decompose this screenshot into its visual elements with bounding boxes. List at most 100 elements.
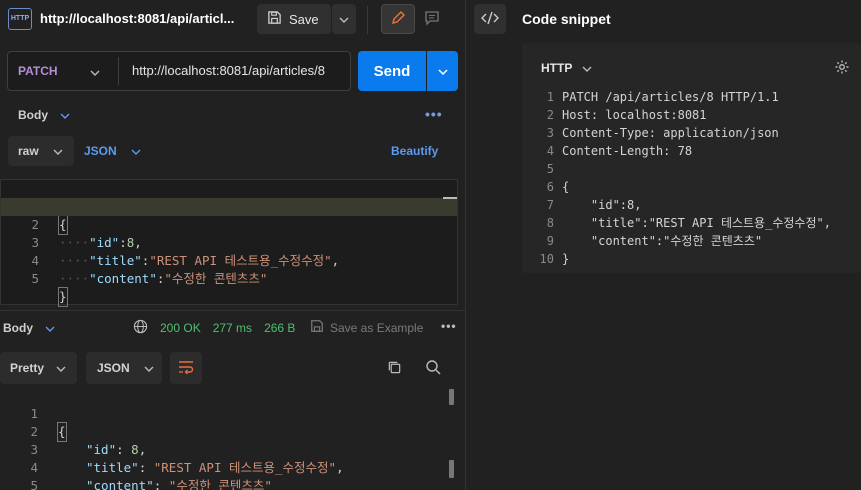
request-body-editor[interactable]: 1 { 2 ····"id":8, 3 ····"title":"REST AP… (0, 179, 458, 307)
save-button[interactable]: Save (257, 4, 331, 34)
line-number: 3 (546, 126, 554, 140)
code-line: 2 "id": 8, (0, 405, 456, 457)
body-tab[interactable]: Body (18, 108, 70, 122)
line-number: 8 (546, 216, 554, 230)
body-format-label: JSON (84, 144, 117, 158)
response-body-viewer[interactable]: 1 { 2 "id": 8, 3 "title": "REST API 테스트용… (0, 387, 446, 490)
response-size[interactable]: 266 B (264, 321, 295, 335)
code-text: PATCH /api/articles/8 HTTP/1.1 (562, 90, 779, 104)
response-body-label: Body (3, 321, 33, 335)
url-divider (118, 57, 119, 85)
code-line: 4 "content": "수정한 콘텐츠츠" (0, 441, 456, 490)
request-tab-title[interactable]: http://localhost:8081/api/articl... (40, 11, 240, 26)
chevron-down-icon (582, 61, 592, 75)
chevron-down-icon (60, 108, 70, 122)
body-format-selector[interactable]: JSON (84, 144, 141, 158)
response-format-label: JSON (97, 361, 130, 375)
scroll-marker (443, 197, 457, 199)
gear-icon[interactable] (834, 59, 850, 78)
wrap-lines-button[interactable] (170, 352, 202, 384)
response-meta: 200 OK 277 ms 266 B (160, 321, 295, 335)
code-line: 5 } (1, 252, 457, 307)
line-number: 4 (546, 144, 554, 158)
more-options-icon[interactable]: ••• (425, 106, 443, 122)
code-text: Content-Length: 78 (562, 144, 693, 158)
snippet-title: Code snippet (522, 11, 611, 27)
body-mode-label: raw (18, 144, 39, 158)
save-as-example-label: Save as Example (330, 320, 424, 335)
code-line: 1 { (0, 387, 456, 442)
http-badge-text: HTTP (10, 15, 30, 22)
save-label: Save (289, 11, 319, 27)
http-request-icon: HTTP (8, 8, 32, 30)
code-snippet-toggle[interactable] (474, 4, 506, 34)
copy-icon[interactable] (387, 360, 402, 378)
code-text: { (562, 180, 570, 194)
line-number: 9 (546, 234, 554, 248)
body-tab-label: Body (18, 108, 48, 122)
snippet-panel: HTTP 1 PATCH /api/articles/8 HTTP/1.1 2 Ho… (522, 43, 861, 273)
code-snippet-pane: Code snippet HTTP 1 PATCH /api/articles/8… (466, 0, 861, 490)
chevron-down-icon (45, 321, 55, 335)
view-mode-label: Pretty (10, 361, 45, 375)
save-as-example-button[interactable]: Save as Example (310, 319, 423, 336)
response-format-selector[interactable]: JSON (86, 352, 162, 384)
chevron-down-icon (339, 12, 349, 26)
chevron-down-icon (144, 361, 154, 375)
edit-button[interactable] (381, 4, 415, 34)
snippet-language-label: HTTP (541, 61, 573, 75)
json-key: "content" (86, 478, 154, 490)
line-number: 6 (546, 180, 554, 194)
beautify-button[interactable]: Beautify (391, 144, 438, 158)
status-code[interactable]: 200 OK (160, 321, 201, 335)
globe-icon[interactable] (133, 319, 148, 337)
pane-splitter[interactable] (0, 310, 465, 311)
code-line: 3 "title": "REST API 테스트용_수정수정", (0, 423, 456, 475)
code-line: 5 } (0, 459, 456, 490)
line-number: 5 (31, 271, 39, 286)
code-text: "id":8, (562, 198, 642, 212)
chevron-down-icon[interactable] (90, 65, 100, 79)
pencil-icon (390, 10, 406, 29)
response-time[interactable]: 277 ms (213, 321, 252, 335)
line-number: 2 (546, 108, 554, 122)
json-sep: : (153, 478, 169, 490)
body-mode-selector[interactable]: raw (8, 136, 74, 166)
json-value: "수정한 콘텐츠츠" (168, 478, 272, 490)
json-value: "수정한 콘텐츠츠" (164, 271, 268, 286)
code-text: } (562, 252, 570, 266)
send-options-dropdown[interactable] (427, 51, 458, 91)
code-line: 2 ····"id":8, (1, 198, 457, 250)
toolbar-divider (367, 6, 368, 34)
line-number: 7 (546, 198, 554, 212)
scrollbar-thumb[interactable] (449, 460, 454, 478)
code-line: 4 ····"content":"수정한 콘텐츠츠" (1, 234, 457, 286)
request-pane: HTTP http://localhost:8081/api/articl...… (0, 0, 465, 490)
code-line: 1 { (1, 180, 457, 235)
wrap-icon (178, 360, 194, 377)
url-input[interactable]: http://localhost:8081/api/articles/8 (132, 63, 325, 78)
code-text: } (58, 287, 68, 307)
line-number: 5 (546, 162, 554, 176)
send-button[interactable]: Send (358, 51, 426, 91)
chevron-down-icon (53, 144, 63, 158)
response-body-tab[interactable]: Body (3, 321, 55, 335)
snippet-code[interactable]: 1 PATCH /api/articles/8 HTTP/1.1 2 Host: l… (522, 88, 861, 268)
view-mode-selector[interactable]: Pretty (0, 352, 77, 384)
chevron-down-icon (131, 144, 141, 158)
scrollbar-thumb[interactable] (449, 389, 454, 405)
more-options-icon[interactable]: ••• (441, 319, 457, 333)
snippet-language-selector[interactable]: HTTP (541, 61, 592, 75)
save-options-dropdown[interactable] (332, 4, 356, 34)
save-icon (267, 10, 282, 28)
code-text: "title":"REST API 테스트용_수정수정", (562, 216, 831, 230)
code-text: Content-Type: application/json (562, 126, 779, 140)
comment-icon (424, 10, 440, 29)
search-icon[interactable] (425, 359, 441, 378)
method-selector[interactable]: PATCH (18, 64, 58, 78)
line-number: 10 (539, 252, 554, 266)
comments-button[interactable] (415, 4, 449, 34)
chevron-down-icon (56, 361, 66, 375)
save-icon (310, 319, 324, 336)
chevron-down-icon (437, 64, 448, 78)
